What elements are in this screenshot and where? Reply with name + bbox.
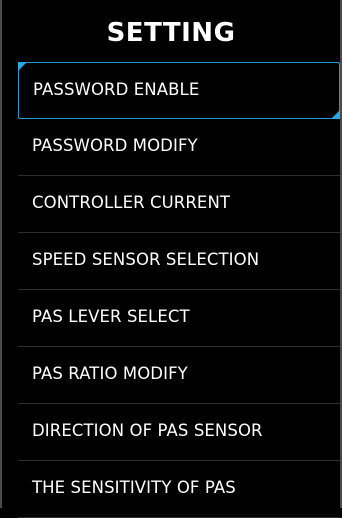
page-title: SETTING <box>106 18 236 48</box>
settings-screen: SETTING PASSWORD ENABLE PASSWORD MODIFY … <box>0 0 342 518</box>
menu-item-label: CONTROLLER CURRENT <box>32 193 231 212</box>
menu-item-password-modify[interactable]: PASSWORD MODIFY <box>18 119 340 176</box>
menu-item-label: PASSWORD ENABLE <box>33 80 200 99</box>
selection-corner-bottom-right <box>331 110 340 119</box>
menu-item-label: DIRECTION OF PAS SENSOR <box>32 421 263 440</box>
menu-item-label: PAS LEVER SELECT <box>32 307 190 326</box>
menu-item-speed-sensor-selection[interactable]: SPEED SENSOR SELECTION <box>18 233 340 290</box>
menu-item-label: PAS RATIO MODIFY <box>32 364 188 383</box>
menu-item-label: SPEED SENSOR SELECTION <box>32 250 260 269</box>
menu-item-direction-of-pas-sensor[interactable]: DIRECTION OF PAS SENSOR <box>18 404 340 461</box>
menu-item-password-enable[interactable]: PASSWORD ENABLE <box>18 62 340 119</box>
menu-item-label: PASSWORD MODIFY <box>32 136 198 155</box>
menu-item-pas-ratio-modify[interactable]: PAS RATIO MODIFY <box>18 347 340 404</box>
menu-item-controller-current[interactable]: CONTROLLER CURRENT <box>18 176 340 233</box>
menu-item-pas-lever-select[interactable]: PAS LEVER SELECT <box>18 290 340 347</box>
selection-corner-top-left <box>18 62 27 71</box>
menu-item-label: THE SENSITIVITY OF PAS <box>32 478 236 497</box>
menu-item-sensitivity-of-pas[interactable]: THE SENSITIVITY OF PAS <box>18 461 340 518</box>
settings-menu: PASSWORD ENABLE PASSWORD MODIFY CONTROLL… <box>18 62 340 518</box>
